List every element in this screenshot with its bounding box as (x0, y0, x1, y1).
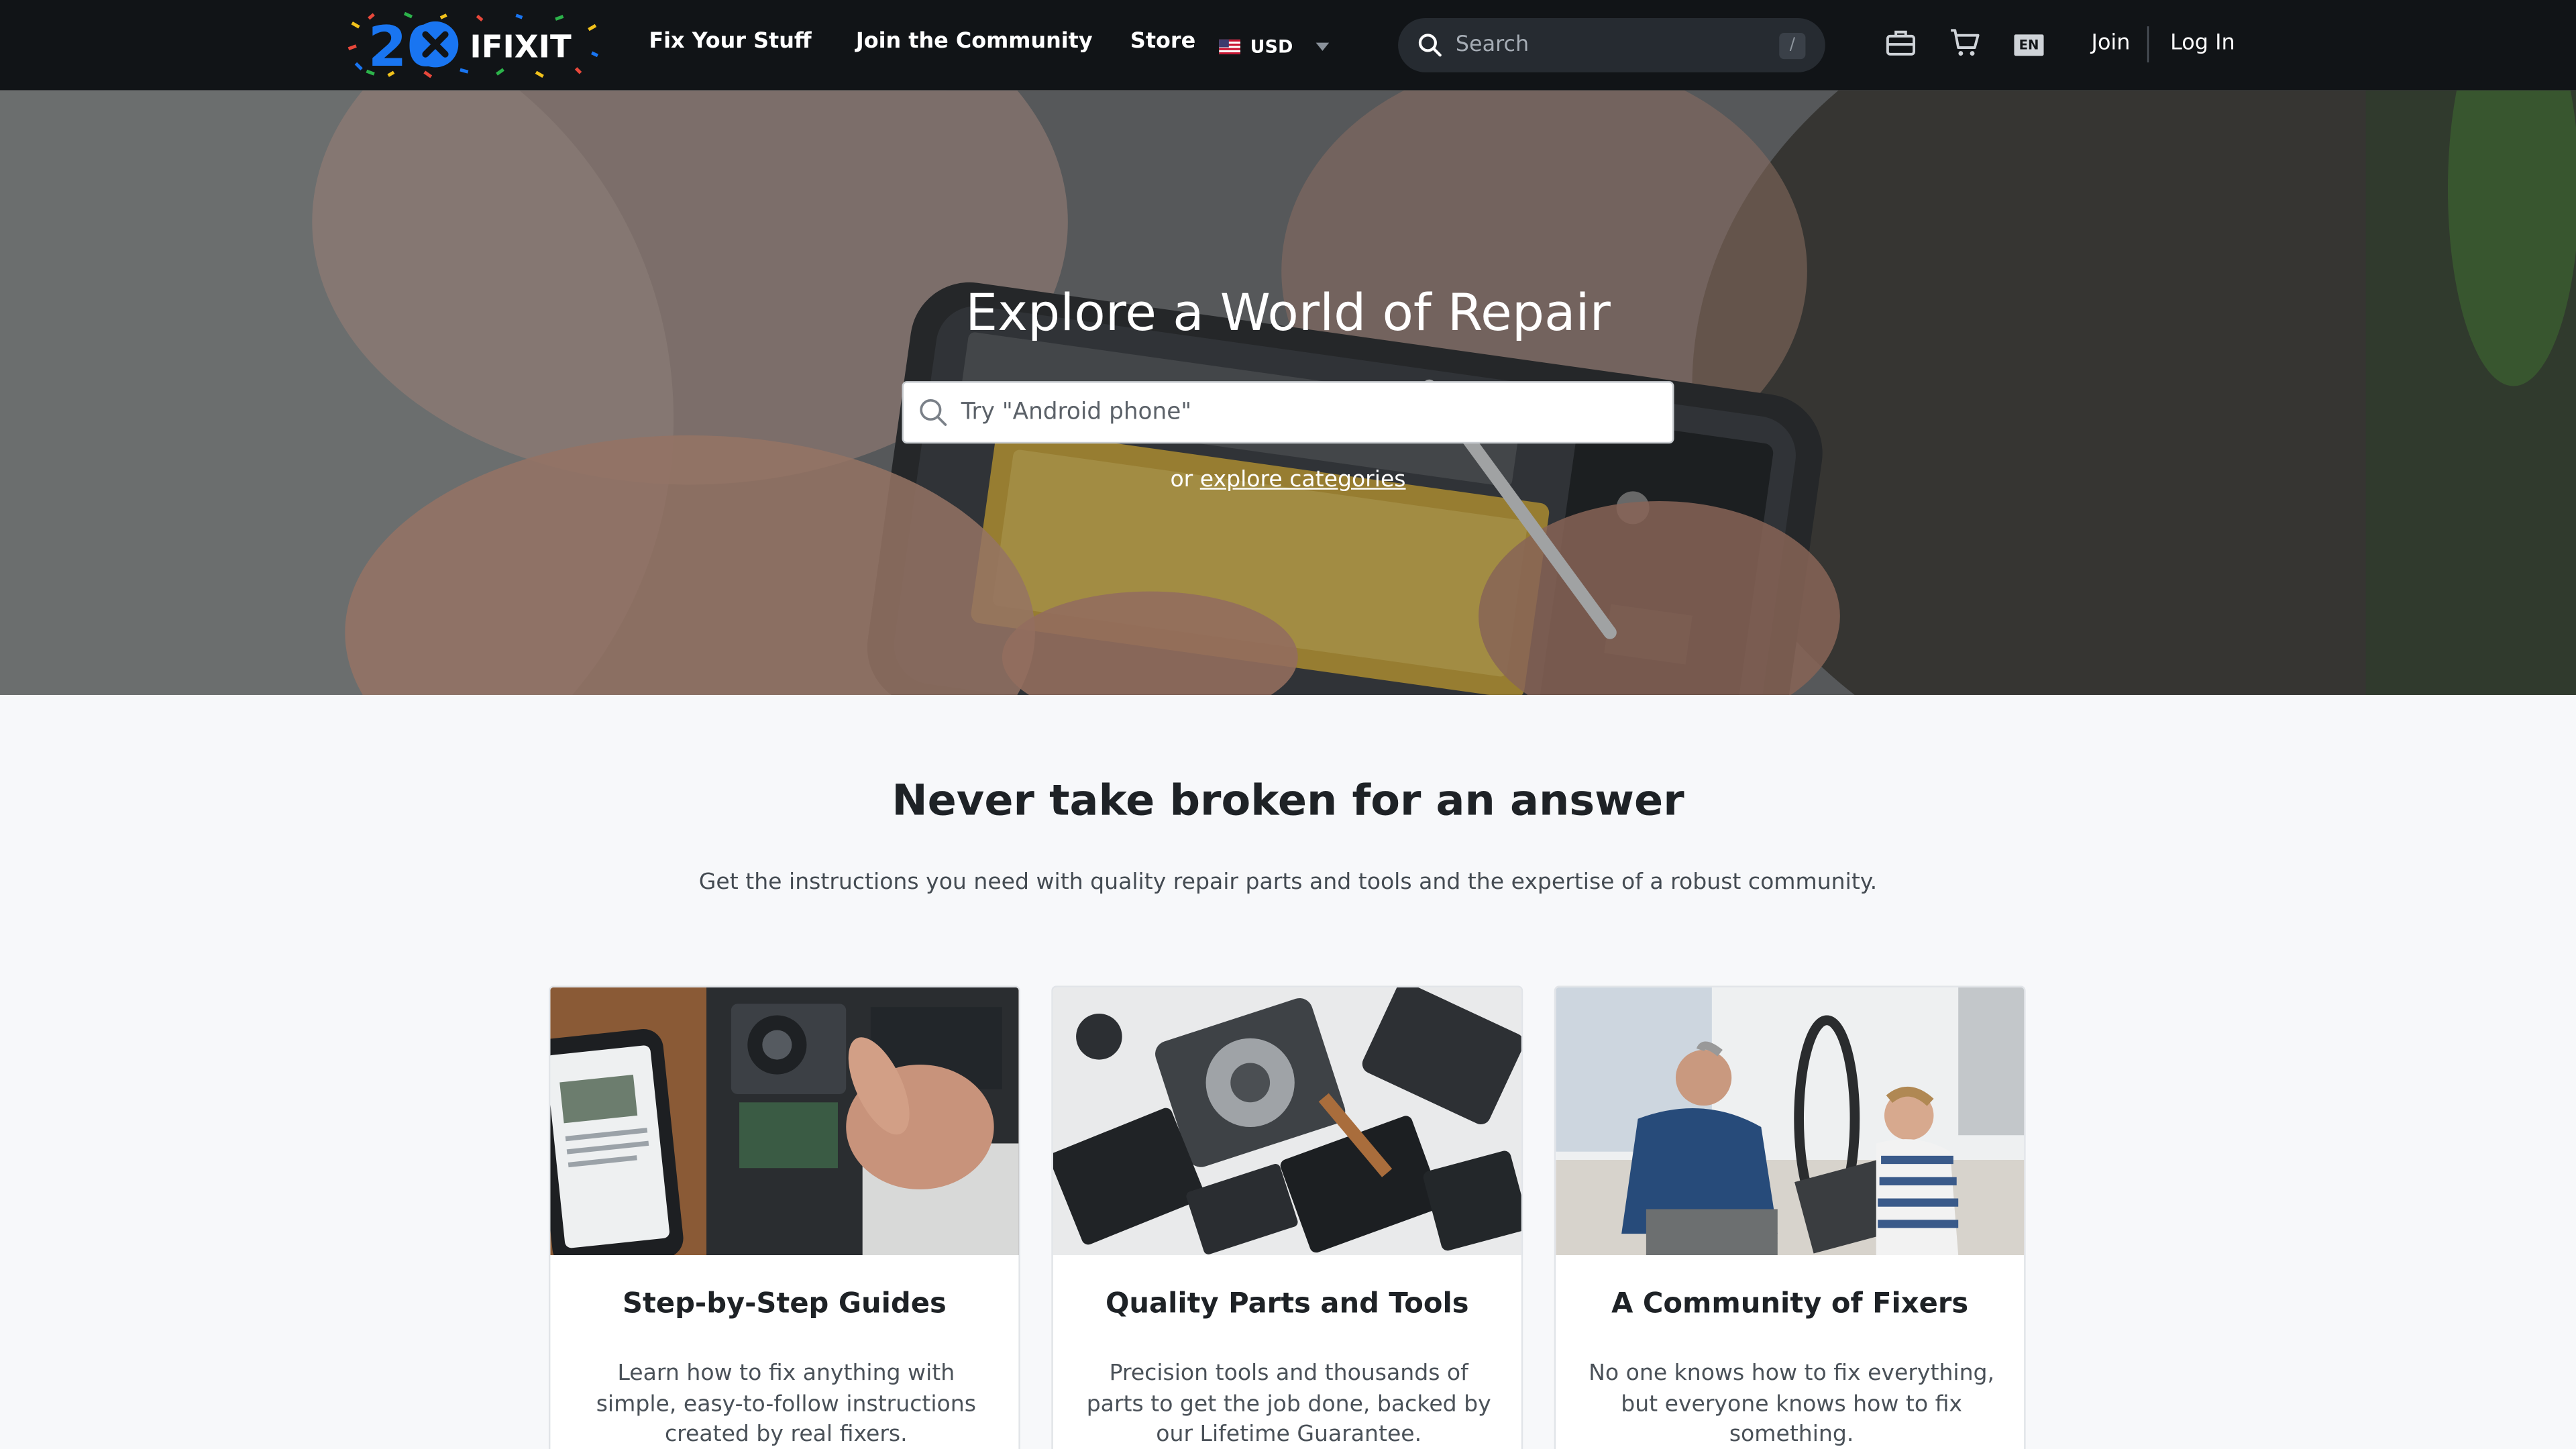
search-shortcut-key: / (1779, 32, 1806, 58)
toolbox-icon[interactable] (1884, 26, 1917, 59)
cart-icon[interactable] (1948, 26, 1981, 59)
us-flag-icon (1219, 38, 1240, 54)
explore-categories-link[interactable]: explore categories (1200, 467, 1406, 493)
nav-search-box[interactable]: / (1398, 17, 1825, 72)
hero-subtext: or explore categories (0, 467, 2576, 493)
search-icon (1418, 34, 1442, 57)
card-description: Precision tools and thousands of parts t… (1086, 1360, 1491, 1448)
nav-divider (2147, 26, 2149, 63)
logo-wordmark: IFIXIT (470, 29, 572, 65)
ifixit-logo[interactable]: 20 IFIXIT (345, 10, 601, 79)
section-subtitle: Get the instructions you need with quali… (698, 869, 1878, 896)
chevron-down-icon (1316, 42, 1330, 50)
section-title: Never take broken for an answer (892, 777, 1684, 826)
top-navbar: 20 IFIXIT Fix Your Stuff Join the Commun… (0, 0, 2576, 91)
card-description: Learn how to fix anything with simple, e… (596, 1360, 976, 1448)
login-link[interactable]: Log In (2170, 32, 2235, 56)
hero-banner: Explore a World of Repair or explore cat… (0, 90, 2576, 695)
page-root: 20 IFIXIT Fix Your Stuff Join the Commun… (0, 0, 2576, 1449)
card-title: Quality Parts and Tools (1105, 1288, 1469, 1321)
card-title: A Community of Fixers (1611, 1288, 1969, 1321)
hero-search-input[interactable] (957, 397, 1658, 427)
card-description: No one knows how to fix everything, but … (1589, 1360, 1995, 1448)
currency-selector[interactable]: USD (1219, 32, 1330, 61)
card-step-by-step-guides[interactable]: Step-by-Step Guides Learn how to fix any… (548, 985, 1020, 1449)
hero-subtext-prefix: or (1170, 466, 1200, 493)
search-icon (920, 398, 947, 426)
nav-link-fix-your-stuff[interactable]: Fix Your Stuff (649, 30, 811, 54)
join-link[interactable]: Join (2092, 32, 2131, 56)
card-image-parts (1053, 987, 1521, 1256)
card-title: Step-by-Step Guides (623, 1288, 947, 1321)
nav-link-store[interactable]: Store (1130, 30, 1195, 54)
card-community-of-fixers[interactable]: A Community of Fixers No one knows how t… (1554, 985, 2026, 1449)
currency-label: USD (1250, 35, 1293, 57)
ifixit-logo-graphic: 20 IFIXIT (347, 11, 599, 79)
card-image-community (1556, 987, 2025, 1256)
hero-search-box[interactable] (902, 381, 1674, 444)
nav-search-input[interactable] (1452, 31, 1780, 60)
card-quality-parts-tools[interactable]: Quality Parts and Tools Precision tools … (1051, 985, 1523, 1449)
language-selector[interactable]: EN (2014, 34, 2044, 56)
hero-title: Explore a World of Repair (965, 284, 1611, 343)
nav-link-join-community[interactable]: Join the Community (856, 30, 1093, 54)
card-image-guides (550, 987, 1019, 1256)
